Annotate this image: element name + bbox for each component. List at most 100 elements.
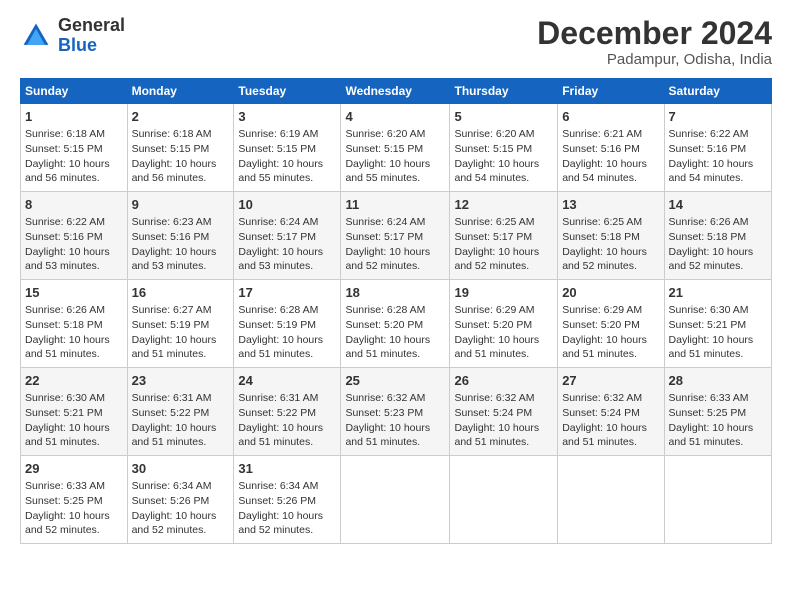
calendar-cell: 23Sunrise: 6:31 AMSunset: 5:22 PMDayligh…	[127, 368, 234, 456]
day-info-line: and 52 minutes.	[132, 523, 230, 538]
day-info-line: and 51 minutes.	[25, 435, 123, 450]
day-info-line: Sunrise: 6:30 AM	[669, 303, 767, 318]
day-info-line: Sunset: 5:19 PM	[238, 318, 336, 333]
day-info-line: Sunset: 5:23 PM	[345, 406, 445, 421]
day-number: 2	[132, 108, 230, 126]
day-info-line: Sunset: 5:20 PM	[345, 318, 445, 333]
calendar-cell: 26Sunrise: 6:32 AMSunset: 5:24 PMDayligh…	[450, 368, 558, 456]
calendar-cell: 16Sunrise: 6:27 AMSunset: 5:19 PMDayligh…	[127, 280, 234, 368]
day-info-line: and 52 minutes.	[238, 523, 336, 538]
day-number: 19	[454, 284, 553, 302]
calendar-cell: 2Sunrise: 6:18 AMSunset: 5:15 PMDaylight…	[127, 104, 234, 192]
logo-icon	[20, 20, 52, 52]
day-number: 13	[562, 196, 659, 214]
day-number: 1	[25, 108, 123, 126]
day-info-line: Sunrise: 6:27 AM	[132, 303, 230, 318]
day-info-line: Sunrise: 6:29 AM	[562, 303, 659, 318]
day-info-line: Daylight: 10 hours	[669, 421, 767, 436]
day-info-line: Sunrise: 6:32 AM	[345, 391, 445, 406]
day-number: 6	[562, 108, 659, 126]
logo: General Blue	[20, 16, 125, 56]
day-info-line: Sunset: 5:16 PM	[669, 142, 767, 157]
day-info-line: Sunset: 5:15 PM	[132, 142, 230, 157]
day-info-line: Daylight: 10 hours	[669, 245, 767, 260]
day-info-line: Sunrise: 6:25 AM	[454, 215, 553, 230]
col-sunday: Sunday	[21, 79, 128, 104]
calendar-cell: 25Sunrise: 6:32 AMSunset: 5:23 PMDayligh…	[341, 368, 450, 456]
day-info-line: Sunrise: 6:18 AM	[132, 127, 230, 142]
day-number: 21	[669, 284, 767, 302]
day-info-line: Sunset: 5:22 PM	[238, 406, 336, 421]
day-number: 10	[238, 196, 336, 214]
title-block: December 2024 Padampur, Odisha, India	[537, 16, 772, 68]
day-info-line: Daylight: 10 hours	[238, 157, 336, 172]
day-info-line: Daylight: 10 hours	[345, 421, 445, 436]
calendar-cell	[341, 456, 450, 544]
day-info-line: Sunset: 5:17 PM	[454, 230, 553, 245]
day-info-line: Sunrise: 6:33 AM	[25, 479, 123, 494]
calendar-cell	[558, 456, 664, 544]
day-number: 28	[669, 372, 767, 390]
calendar-week-3: 15Sunrise: 6:26 AMSunset: 5:18 PMDayligh…	[21, 280, 772, 368]
calendar-cell: 12Sunrise: 6:25 AMSunset: 5:17 PMDayligh…	[450, 192, 558, 280]
day-number: 22	[25, 372, 123, 390]
day-number: 11	[345, 196, 445, 214]
day-info-line: Sunrise: 6:19 AM	[238, 127, 336, 142]
day-info-line: Sunrise: 6:30 AM	[25, 391, 123, 406]
day-number: 23	[132, 372, 230, 390]
col-thursday: Thursday	[450, 79, 558, 104]
day-info-line: Sunset: 5:18 PM	[669, 230, 767, 245]
day-number: 4	[345, 108, 445, 126]
day-info-line: and 56 minutes.	[132, 171, 230, 186]
logo-blue: Blue	[58, 36, 125, 56]
calendar-cell: 18Sunrise: 6:28 AMSunset: 5:20 PMDayligh…	[341, 280, 450, 368]
day-info-line: Sunset: 5:25 PM	[25, 494, 123, 509]
day-number: 3	[238, 108, 336, 126]
day-info-line: Daylight: 10 hours	[562, 421, 659, 436]
day-info-line: Sunset: 5:24 PM	[562, 406, 659, 421]
day-info-line: and 56 minutes.	[25, 171, 123, 186]
day-info-line: Sunrise: 6:31 AM	[238, 391, 336, 406]
calendar-week-2: 8Sunrise: 6:22 AMSunset: 5:16 PMDaylight…	[21, 192, 772, 280]
day-info-line: Sunset: 5:18 PM	[562, 230, 659, 245]
day-info-line: Daylight: 10 hours	[454, 245, 553, 260]
day-info-line: Sunset: 5:26 PM	[132, 494, 230, 509]
day-info-line: Sunset: 5:22 PM	[132, 406, 230, 421]
header: General Blue December 2024 Padampur, Odi…	[20, 16, 772, 68]
calendar-cell: 6Sunrise: 6:21 AMSunset: 5:16 PMDaylight…	[558, 104, 664, 192]
logo-text: General Blue	[58, 16, 125, 56]
day-info-line: Sunset: 5:15 PM	[345, 142, 445, 157]
col-tuesday: Tuesday	[234, 79, 341, 104]
calendar-cell: 1Sunrise: 6:18 AMSunset: 5:15 PMDaylight…	[21, 104, 128, 192]
day-info-line: Sunset: 5:20 PM	[562, 318, 659, 333]
day-info-line: and 51 minutes.	[238, 435, 336, 450]
day-info-line: and 51 minutes.	[238, 347, 336, 362]
day-info-line: and 51 minutes.	[25, 347, 123, 362]
calendar-page: General Blue December 2024 Padampur, Odi…	[0, 0, 792, 556]
day-info-line: Daylight: 10 hours	[345, 333, 445, 348]
calendar-cell: 31Sunrise: 6:34 AMSunset: 5:26 PMDayligh…	[234, 456, 341, 544]
day-info-line: Sunset: 5:20 PM	[454, 318, 553, 333]
day-number: 7	[669, 108, 767, 126]
day-info-line: Sunset: 5:16 PM	[562, 142, 659, 157]
day-info-line: Daylight: 10 hours	[238, 509, 336, 524]
calendar-cell: 28Sunrise: 6:33 AMSunset: 5:25 PMDayligh…	[664, 368, 771, 456]
day-info-line: Sunset: 5:15 PM	[238, 142, 336, 157]
day-info-line: Daylight: 10 hours	[669, 333, 767, 348]
day-info-line: and 53 minutes.	[238, 259, 336, 274]
day-info-line: Daylight: 10 hours	[454, 157, 553, 172]
day-info-line: Sunrise: 6:24 AM	[238, 215, 336, 230]
day-info-line: Sunrise: 6:20 AM	[345, 127, 445, 142]
calendar-cell: 9Sunrise: 6:23 AMSunset: 5:16 PMDaylight…	[127, 192, 234, 280]
day-info-line: Sunrise: 6:22 AM	[669, 127, 767, 142]
day-info-line: Daylight: 10 hours	[132, 509, 230, 524]
day-info-line: Sunrise: 6:29 AM	[454, 303, 553, 318]
day-info-line: and 55 minutes.	[238, 171, 336, 186]
month-title: December 2024	[537, 16, 772, 51]
day-info-line: Daylight: 10 hours	[132, 157, 230, 172]
day-info-line: Sunrise: 6:33 AM	[669, 391, 767, 406]
day-info-line: Daylight: 10 hours	[238, 333, 336, 348]
calendar-cell: 17Sunrise: 6:28 AMSunset: 5:19 PMDayligh…	[234, 280, 341, 368]
calendar-cell: 19Sunrise: 6:29 AMSunset: 5:20 PMDayligh…	[450, 280, 558, 368]
calendar-cell: 3Sunrise: 6:19 AMSunset: 5:15 PMDaylight…	[234, 104, 341, 192]
